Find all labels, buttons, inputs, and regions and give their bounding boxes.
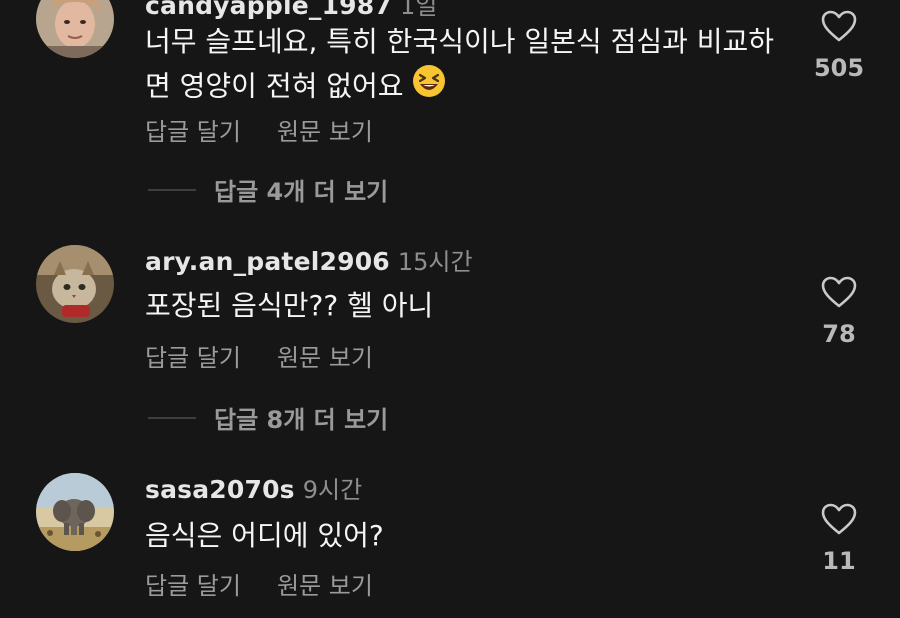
username[interactable]: candyapple_1987 [145, 0, 392, 20]
heart-outline-icon[interactable] [821, 503, 857, 535]
avatar[interactable] [36, 473, 114, 551]
timestamp: 9시간 [302, 476, 363, 504]
username[interactable]: sasa2070s [145, 475, 295, 504]
username[interactable]: ary.an_patel2906 [145, 247, 390, 276]
like-count: 505 [813, 54, 865, 82]
comment-actions: 답글 달기 원문 보기 [145, 338, 373, 373]
like-count: 11 [822, 547, 856, 575]
timestamp: 15시간 [397, 248, 473, 276]
heart-outline-icon[interactable] [821, 10, 857, 42]
like-control[interactable]: 505 [808, 10, 870, 82]
see-translation-button[interactable]: 원문 보기 [277, 344, 373, 372]
reply-button[interactable]: 답글 달기 [145, 118, 241, 146]
view-more-replies-button[interactable]: 답글 8개 더 보기 [214, 406, 388, 434]
view-replies-row[interactable]: 답글 4개 더 보기 [148, 172, 388, 206]
avatar[interactable] [36, 245, 114, 323]
comments-panel: candyapple_1987 1일 너무 슬프네요, 특히 한국식이나 일본식 … [0, 0, 900, 618]
timestamp: 1일 [399, 0, 438, 20]
comment-text: 포장된 음식만?? 헬 아니 [145, 289, 434, 322]
divider-line [148, 188, 196, 191]
heart-outline-icon[interactable] [821, 276, 857, 308]
see-translation-button[interactable]: 원문 보기 [277, 118, 373, 146]
comment-text: 너무 슬프네요, 특히 한국식이나 일본식 점심과 비교하면 영양이 전혀 없어… [145, 25, 775, 103]
comment-actions: 답글 달기 원문 보기 [145, 566, 373, 601]
see-translation-button[interactable]: 원문 보기 [277, 572, 373, 600]
like-count: 78 [822, 320, 856, 348]
comment-actions: 답글 달기 원문 보기 [145, 112, 373, 147]
view-replies-row[interactable]: 답글 8개 더 보기 [148, 400, 388, 434]
like-control[interactable]: 11 [808, 503, 870, 575]
divider-line [148, 416, 196, 419]
view-more-replies-button[interactable]: 답글 4개 더 보기 [214, 178, 388, 206]
like-control[interactable]: 78 [808, 276, 870, 348]
avatar[interactable] [36, 0, 114, 58]
comment-text: 음식은 어디에 있어? [145, 519, 384, 552]
laughing-face-icon [412, 64, 446, 111]
reply-button[interactable]: 답글 달기 [145, 572, 241, 600]
comment-body: 너무 슬프네요, 특히 한국식이나 일본식 점심과 비교하면 영양이 전혀 없어… [145, 20, 785, 111]
reply-button[interactable]: 답글 달기 [145, 344, 241, 372]
